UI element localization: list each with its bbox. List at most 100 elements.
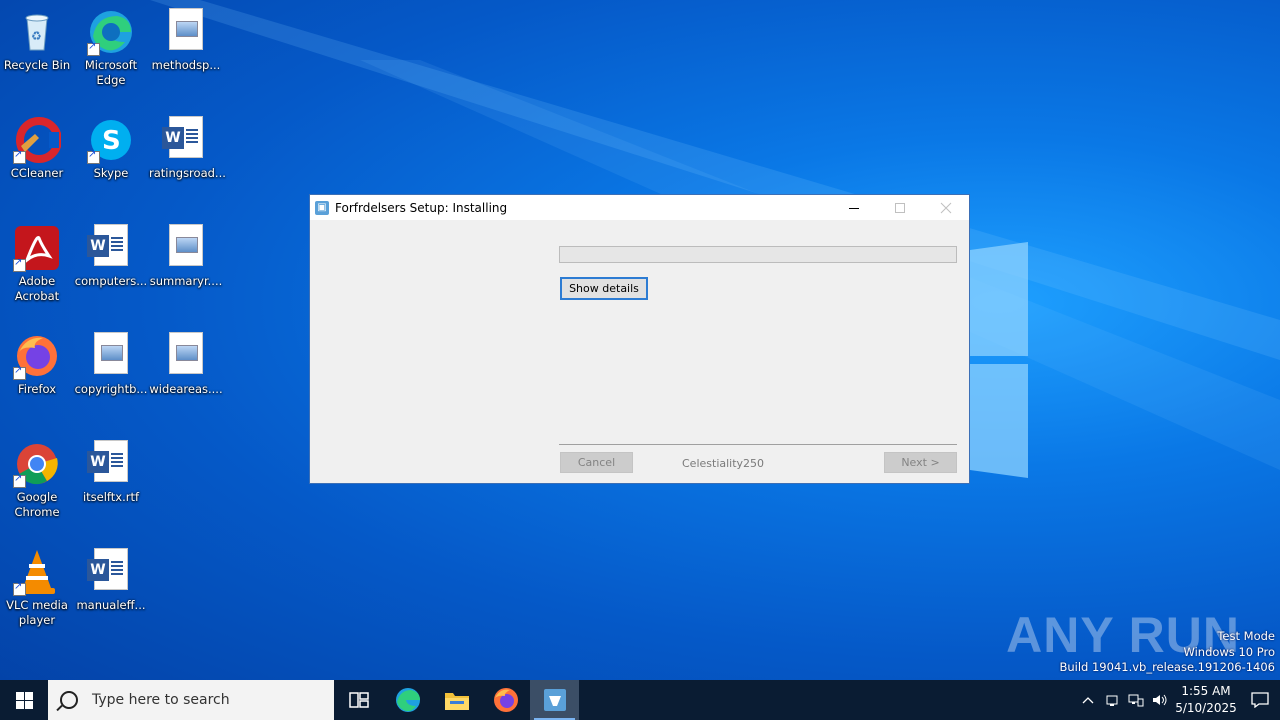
desktop-icon-label: computers...: [74, 274, 148, 288]
volume-button[interactable]: [1148, 680, 1172, 720]
desktop-icon-label: Google Chrome: [14, 490, 60, 519]
close-icon: [940, 202, 952, 213]
search-placeholder: Type here to search: [92, 692, 230, 708]
build-text: Build 19041.vb_release.191206-1406: [1059, 660, 1275, 674]
clock-date: 5/10/2025: [1175, 701, 1237, 715]
desktop-icon-label: copyrightb...: [74, 382, 148, 396]
desktop-icon-itselftx[interactable]: W itselftx.rtf: [74, 434, 148, 505]
maximize-icon: [895, 202, 905, 213]
word-document-icon: W: [87, 548, 135, 596]
desktop-icon-recycle-bin[interactable]: ♻ Recycle Bin: [0, 2, 74, 73]
skype-icon: S: [87, 116, 135, 164]
installer-app-icon: ▣: [315, 200, 329, 215]
chrome-icon: [13, 440, 61, 488]
desktop-icon-manualeff[interactable]: W manualeff...: [74, 542, 148, 613]
window-titlebar[interactable]: ▣ Forfrdelsers Setup: Installing: [310, 195, 969, 220]
device-icon: [1106, 695, 1118, 706]
desktop-icon-summaryr[interactable]: summaryr....: [149, 218, 223, 289]
desktop-icon-adobe-acrobat[interactable]: Adobe Acrobat: [0, 218, 74, 304]
image-file-icon: [162, 224, 210, 272]
shortcut-arrow-icon: [87, 41, 100, 56]
shortcut-arrow-icon: [13, 149, 26, 164]
volume-icon: [1153, 694, 1167, 706]
taskbar-clock[interactable]: 1:55 AM 5/10/2025: [1172, 683, 1240, 717]
next-button[interactable]: Next >: [884, 452, 957, 473]
windows-logo-icon: [15, 691, 33, 709]
desktop-icon-label: methodsp...: [151, 58, 221, 72]
shortcut-arrow-icon: [13, 365, 26, 380]
clock-time: 1:55 AM: [1181, 684, 1231, 698]
cancel-button[interactable]: Cancel: [560, 452, 633, 473]
svg-text:S: S: [102, 126, 121, 156]
system-info-watermark: Test Mode Windows 10 Pro Build 19041.vb_…: [1059, 629, 1275, 676]
show-details-button[interactable]: Show details: [560, 277, 648, 300]
show-hidden-icons-button[interactable]: [1076, 680, 1100, 720]
desktop-icon-label: wideareas....: [149, 382, 223, 396]
image-file-icon: [87, 332, 135, 380]
task-view-icon: [348, 692, 369, 708]
firefox-icon: [493, 688, 518, 712]
desktop-icon-ratingsroad[interactable]: W ratingsroad...: [149, 110, 226, 181]
window-title: Forfrdelsers Setup: Installing: [335, 200, 508, 215]
recycle-bin-icon: ♻: [13, 8, 61, 56]
desktop-icon-skype[interactable]: S Skype: [74, 110, 148, 181]
tray-device-button[interactable]: [1100, 680, 1124, 720]
desktop-icon-computers[interactable]: W computers...: [74, 218, 148, 289]
image-file-icon: [162, 332, 210, 380]
system-tray: 1:55 AM 5/10/2025: [1076, 680, 1280, 720]
taskbar-firefox-button[interactable]: [481, 680, 530, 720]
desktop-icon-label: Microsoft Edge: [84, 58, 138, 87]
setup-window: ▣ Forfrdelsers Setup: Installing Show de…: [309, 194, 970, 484]
word-document-icon: W: [87, 224, 135, 272]
word-document-icon: W: [162, 116, 210, 164]
desktop-icon-label: itselftx.rtf: [82, 490, 140, 504]
task-view-button[interactable]: [334, 680, 383, 720]
shortcut-arrow-icon: [13, 581, 26, 596]
taskbar-file-explorer-button[interactable]: [432, 680, 481, 720]
taskbar-search-box[interactable]: Type here to search: [48, 680, 334, 720]
acrobat-icon: [13, 224, 61, 272]
search-icon: [60, 691, 78, 709]
notification-icon: [1251, 692, 1269, 708]
desktop-icon-label: CCleaner: [10, 166, 64, 180]
windows-edition-text: Windows 10 Pro: [1183, 644, 1275, 659]
folder-icon: [444, 693, 469, 710]
desktop-icon-ccleaner[interactable]: CCleaner: [0, 110, 74, 181]
desktop-icon-label: Adobe Acrobat: [14, 274, 60, 303]
taskbar-edge-button[interactable]: [383, 680, 432, 720]
desktop-icon-firefox[interactable]: Firefox: [0, 326, 74, 397]
close-button[interactable]: [923, 195, 969, 220]
desktop-icon-edge[interactable]: Microsoft Edge: [74, 2, 148, 88]
desktop-icon-label: VLC media player: [6, 598, 68, 627]
desktop-icon-wideareas[interactable]: wideareas....: [149, 326, 223, 397]
vlc-icon: [13, 548, 61, 596]
desktop-icon-google-chrome[interactable]: Google Chrome: [0, 434, 74, 520]
svg-text:♻: ♻: [31, 29, 42, 43]
action-center-button[interactable]: [1240, 680, 1280, 720]
firefox-icon: [13, 332, 61, 380]
ccleaner-icon: [13, 116, 62, 164]
desktop-icon-copyrightb[interactable]: copyrightb...: [74, 326, 148, 397]
desktop-icon-label: summaryr....: [149, 274, 223, 288]
maximize-button[interactable]: [877, 195, 923, 220]
desktop-icon-label: Recycle Bin: [3, 58, 71, 72]
installer-brand-text: Celestiality250: [682, 457, 765, 470]
shortcut-arrow-icon: [13, 473, 26, 488]
taskbar: Type here to search 1:55 AM 5/10/2025: [0, 680, 1280, 720]
chevron-up-icon: [1082, 697, 1094, 704]
desktop-icon-label: Firefox: [17, 382, 57, 396]
shortcut-arrow-icon: [13, 257, 26, 272]
desktop-icon-methodsp[interactable]: methodsp...: [149, 2, 223, 73]
edge-icon: [87, 8, 135, 56]
desktop-icon-vlc[interactable]: VLC media player: [0, 542, 74, 628]
taskbar-installer-button[interactable]: [530, 680, 579, 720]
test-mode-text: Test Mode: [1217, 629, 1275, 643]
start-button[interactable]: [0, 680, 48, 720]
desktop-icon-label: Skype: [93, 166, 129, 180]
shortcut-arrow-icon: [87, 149, 100, 164]
minimize-button[interactable]: [831, 195, 877, 220]
install-progress-bar: [559, 246, 957, 263]
network-button[interactable]: [1124, 680, 1148, 720]
desktop-icon-label: ratingsroad...: [149, 166, 226, 180]
desktop-icon-label: manualeff...: [76, 598, 146, 612]
